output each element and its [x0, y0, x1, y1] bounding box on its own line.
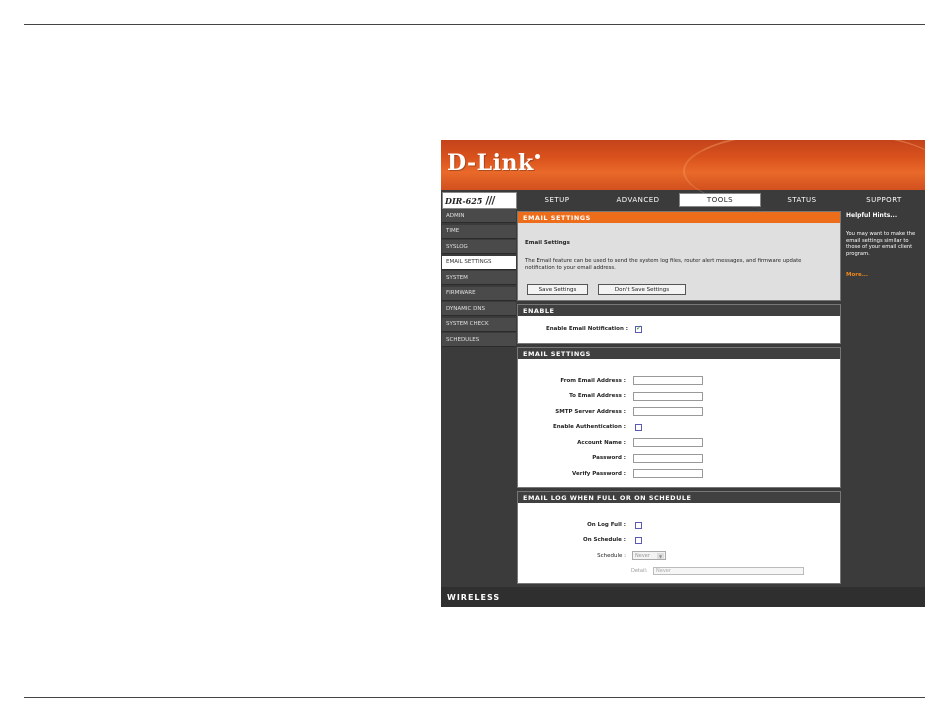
- account-name-label: Account Name :: [577, 440, 626, 446]
- schedule-select[interactable]: Never ▼: [632, 551, 666, 560]
- model-label: DIR-625: [445, 195, 483, 206]
- tab-support[interactable]: SUPPORT: [843, 193, 925, 207]
- email-settings-panel: EMAIL SETTINGS From Email Address : To E…: [517, 347, 841, 488]
- intro-header: EMAIL SETTINGS: [518, 212, 840, 223]
- from-email-input[interactable]: [633, 376, 703, 385]
- on-log-full-checkbox[interactable]: [635, 522, 642, 529]
- model-badge: DIR-625 ///: [442, 192, 517, 209]
- hints-more-link[interactable]: More...: [846, 272, 868, 278]
- menu-item-system-check[interactable]: SYSTEM CHECK: [442, 317, 516, 332]
- schedule-select-value: Never: [635, 552, 650, 559]
- account-name-input[interactable]: [633, 438, 703, 447]
- helpful-hints-panel: Helpful Hints... You may want to make th…: [843, 209, 925, 585]
- menu-item-dynamic-dns[interactable]: DYNAMIC DNS: [442, 302, 516, 316]
- schedule-select-label: Schedule :: [597, 553, 626, 559]
- enable-notification-checkbox[interactable]: ✓: [635, 324, 642, 333]
- email-log-header: EMAIL LOG WHEN FULL OR ON SCHEDULE: [518, 492, 840, 503]
- intro-title: Email Settings: [525, 240, 570, 246]
- email-log-panel: EMAIL LOG WHEN FULL OR ON SCHEDULE On Lo…: [517, 491, 841, 584]
- page-top-rule: [24, 24, 925, 25]
- verify-password-label: Verify Password :: [572, 471, 626, 477]
- on-schedule-checkbox[interactable]: [635, 537, 642, 544]
- checkmark-icon: ✓: [636, 324, 642, 332]
- enable-authentication-label: Enable Authentication :: [552, 424, 626, 430]
- enable-header: ENABLE: [518, 305, 840, 316]
- smtp-server-input[interactable]: [633, 407, 703, 416]
- enable-panel: ENABLE Enable Email Notification : ✓: [517, 304, 841, 344]
- left-menu: ADMIN TIME SYSLOG EMAIL SETTINGS SYSTEM …: [442, 209, 516, 349]
- from-email-label: From Email Address :: [560, 378, 626, 384]
- router-admin-screen: D-Link DIR-625 /// SETUP ADVANCED TOOLS …: [441, 140, 925, 607]
- verify-password-input[interactable]: [633, 469, 703, 478]
- menu-item-syslog[interactable]: SYSLOG: [442, 240, 516, 254]
- brand-banner: D-Link: [441, 140, 925, 212]
- wireless-logo: WIRELESS: [447, 593, 501, 602]
- on-schedule-label: On Schedule :: [583, 537, 626, 543]
- menu-item-schedules[interactable]: SCHEDULES: [442, 333, 516, 347]
- hints-text: You may want to make the email settings …: [846, 231, 916, 257]
- to-email-label: To Email Address :: [569, 393, 626, 399]
- main-content: EMAIL SETTINGS Email Settings The Email …: [517, 209, 841, 585]
- detail-label: Detail:: [631, 568, 648, 574]
- tab-tools[interactable]: TOOLS: [679, 193, 761, 207]
- enable-authentication-checkbox[interactable]: [635, 424, 642, 431]
- password-label: Password :: [592, 455, 626, 461]
- tab-status[interactable]: STATUS: [762, 193, 842, 207]
- password-input[interactable]: [633, 454, 703, 463]
- enable-notification-label: Enable Email Notification :: [545, 326, 628, 332]
- tab-setup[interactable]: SETUP: [517, 193, 597, 207]
- page-bottom-rule: [24, 697, 925, 698]
- d-link-logo: D-Link: [447, 150, 540, 176]
- on-log-full-label: On Log Full :: [587, 522, 626, 528]
- chevron-down-icon: ▼: [657, 553, 664, 559]
- detail-field: Never: [653, 567, 804, 575]
- dont-save-settings-button[interactable]: Don't Save Settings: [598, 284, 686, 295]
- tab-advanced[interactable]: ADVANCED: [598, 193, 678, 207]
- to-email-input[interactable]: [633, 392, 703, 401]
- menu-item-system[interactable]: SYSTEM: [442, 271, 516, 285]
- save-settings-button[interactable]: Save Settings: [527, 284, 588, 295]
- smtp-server-label: SMTP Server Address :: [555, 409, 626, 415]
- menu-item-time[interactable]: TIME: [442, 224, 516, 239]
- intro-description: The Email feature can be used to send th…: [525, 258, 802, 271]
- email-settings-header: EMAIL SETTINGS: [518, 348, 840, 359]
- slash-decoration-icon: ///: [485, 194, 495, 207]
- menu-item-admin[interactable]: ADMIN: [442, 209, 516, 223]
- menu-item-email-settings[interactable]: EMAIL SETTINGS: [442, 255, 516, 270]
- footer-bar: WIRELESS: [441, 587, 925, 607]
- hints-title: Helpful Hints...: [846, 212, 898, 219]
- email-settings-intro-panel: EMAIL SETTINGS Email Settings The Email …: [517, 211, 841, 301]
- menu-item-firmware[interactable]: FIRMWARE: [442, 286, 516, 301]
